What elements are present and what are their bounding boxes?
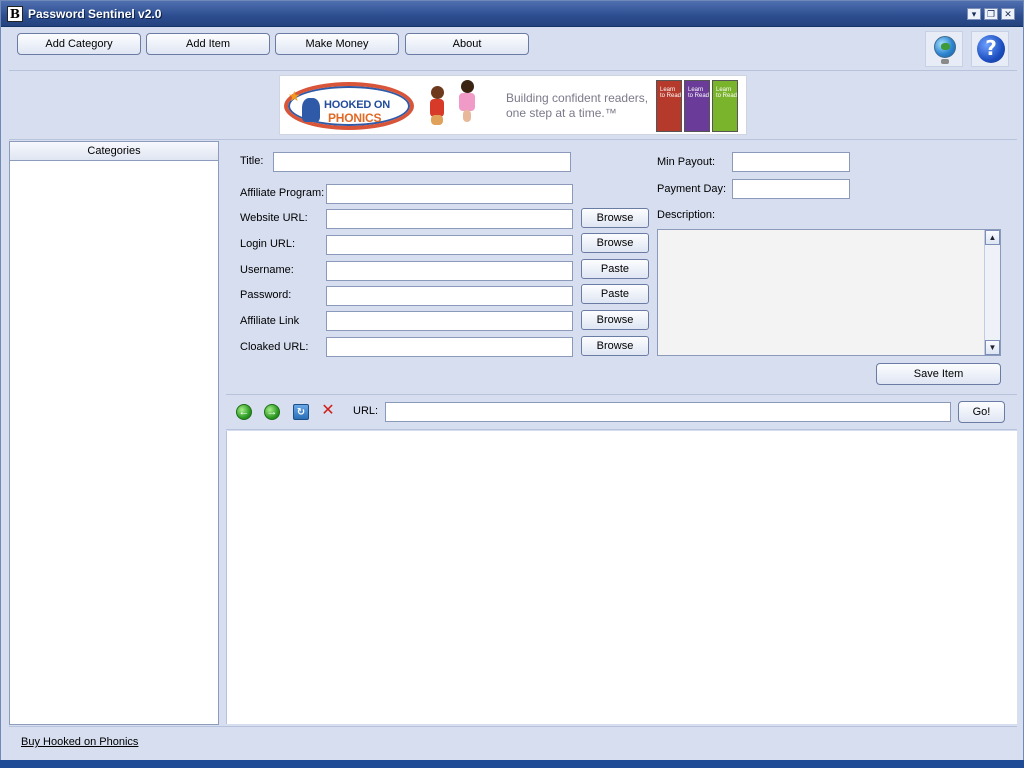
login-url-input[interactable] (326, 235, 573, 255)
refresh-icon[interactable]: ↻ (293, 404, 309, 420)
globe-land-shape (941, 43, 950, 50)
login-url-browse-button[interactable]: Browse (581, 233, 649, 253)
website-url-browse-button[interactable]: Browse (581, 208, 649, 228)
banner-tagline-line1: Building confident readers, (506, 91, 649, 105)
password-label: Password: (240, 289, 292, 301)
child-legs-shape (463, 110, 471, 122)
globe-icon (934, 36, 956, 58)
password-paste-button[interactable]: Paste (581, 284, 649, 304)
window-title: Password Sentinel v2.0 (28, 7, 162, 21)
add-category-button[interactable]: Add Category (17, 33, 141, 55)
book-title: Learn to Read (716, 87, 738, 99)
child-dress-shape (459, 93, 475, 111)
scroll-down-icon[interactable]: ▼ (985, 340, 1000, 355)
window-bottom-border (0, 760, 1024, 768)
description-label: Description: (657, 209, 716, 221)
title-bar[interactable]: B Password Sentinel v2.0 ▾ ❐ ✕ (1, 1, 1023, 27)
affiliate-program-input[interactable] (326, 184, 573, 204)
website-url-input[interactable] (326, 209, 573, 229)
book-cover-3: Learn to Read (712, 80, 738, 132)
child-legs-shape (431, 115, 443, 125)
app-logo-icon: B (7, 6, 23, 22)
title-input[interactable] (273, 152, 571, 172)
affiliate-link-input[interactable] (326, 311, 573, 331)
help-icon: ? (977, 35, 1005, 63)
url-label: URL: (353, 405, 379, 417)
cloaked-url-label: Cloaked URL: (240, 341, 309, 353)
child-illustration-2 (456, 80, 480, 122)
username-input[interactable] (326, 261, 573, 281)
book-cover-2: Learn to Read (684, 80, 710, 132)
main-toolbar: Add Category Add Item Make Money About ? (9, 27, 1017, 71)
description-scrollbar[interactable]: ▲ ▼ (984, 230, 1000, 355)
running-figure-icon (302, 98, 320, 122)
status-bar: Buy Hooked on Phonics (9, 726, 1017, 760)
categories-list[interactable] (10, 161, 218, 724)
minimize-button[interactable]: ▾ (967, 8, 981, 20)
help-button[interactable]: ? (971, 31, 1009, 67)
affiliate-link-label: Affiliate Link (240, 315, 300, 327)
hooked-on-phonics-logo: ★ HOOKED ON PHONICS (284, 82, 414, 130)
banner-tagline-line2: one step at a time.™ (506, 106, 617, 120)
item-form: Title: Affiliate Program: Website URL: B… (224, 141, 1017, 394)
add-item-button[interactable]: Add Item (146, 33, 270, 55)
browser-view[interactable] (226, 431, 1017, 724)
affiliate-link-browse-button[interactable]: Browse (581, 310, 649, 330)
website-globe-button[interactable] (925, 31, 963, 67)
banner-area: ★ HOOKED ON PHONICS Building confident r… (9, 72, 1017, 140)
star-icon: ★ (288, 88, 301, 104)
browser-nav-bar: ← → ↻ ✕ URL: Go! (226, 394, 1017, 430)
categories-header[interactable]: Categories (10, 142, 218, 161)
cloaked-url-browse-button[interactable]: Browse (581, 336, 649, 356)
password-input[interactable] (326, 286, 573, 306)
buy-hooked-on-phonics-link[interactable]: Buy Hooked on Phonics (21, 736, 138, 748)
globe-stand-shape (941, 59, 949, 64)
website-url-label: Website URL: (240, 212, 308, 224)
go-button[interactable]: Go! (958, 401, 1005, 423)
login-url-label: Login URL: (240, 238, 296, 250)
username-paste-button[interactable]: Paste (581, 259, 649, 279)
save-item-button[interactable]: Save Item (876, 363, 1001, 385)
book-title: Learn to Read (688, 87, 710, 99)
min-payout-input[interactable] (732, 152, 850, 172)
forward-arrow-icon[interactable]: → (264, 404, 280, 420)
scroll-up-icon[interactable]: ▲ (985, 230, 1000, 245)
ad-banner[interactable]: ★ HOOKED ON PHONICS Building confident r… (279, 75, 747, 135)
payment-day-label: Payment Day: (657, 183, 727, 195)
stop-icon[interactable]: ✕ (320, 403, 336, 420)
categories-panel: Categories (9, 141, 219, 725)
close-button[interactable]: ✕ (1001, 8, 1015, 20)
cloaked-url-input[interactable] (326, 337, 573, 357)
child-head-shape (431, 86, 444, 99)
restore-button[interactable]: ❐ (984, 8, 998, 20)
url-input[interactable] (385, 402, 951, 422)
child-illustration-1 (426, 86, 450, 126)
description-box: ▲ ▼ (657, 229, 1001, 356)
make-money-button[interactable]: Make Money (275, 33, 399, 55)
description-textarea[interactable] (658, 230, 984, 355)
payment-day-input[interactable] (732, 179, 850, 199)
child-head-shape (461, 80, 474, 93)
book-cover-1: Learn to Read (656, 80, 682, 132)
affiliate-program-label: Affiliate Program: (240, 187, 325, 199)
logo-text-line1: HOOKED ON (324, 99, 391, 111)
username-label: Username: (240, 264, 294, 276)
app-window: B Password Sentinel v2.0 ▾ ❐ ✕ Add Categ… (0, 0, 1024, 768)
about-button[interactable]: About (405, 33, 529, 55)
book-title: Learn to Read (660, 87, 682, 99)
back-arrow-icon[interactable]: ← (236, 404, 252, 420)
logo-text-line2: PHONICS (328, 111, 382, 125)
title-label: Title: (240, 155, 264, 167)
min-payout-label: Min Payout: (657, 156, 716, 168)
